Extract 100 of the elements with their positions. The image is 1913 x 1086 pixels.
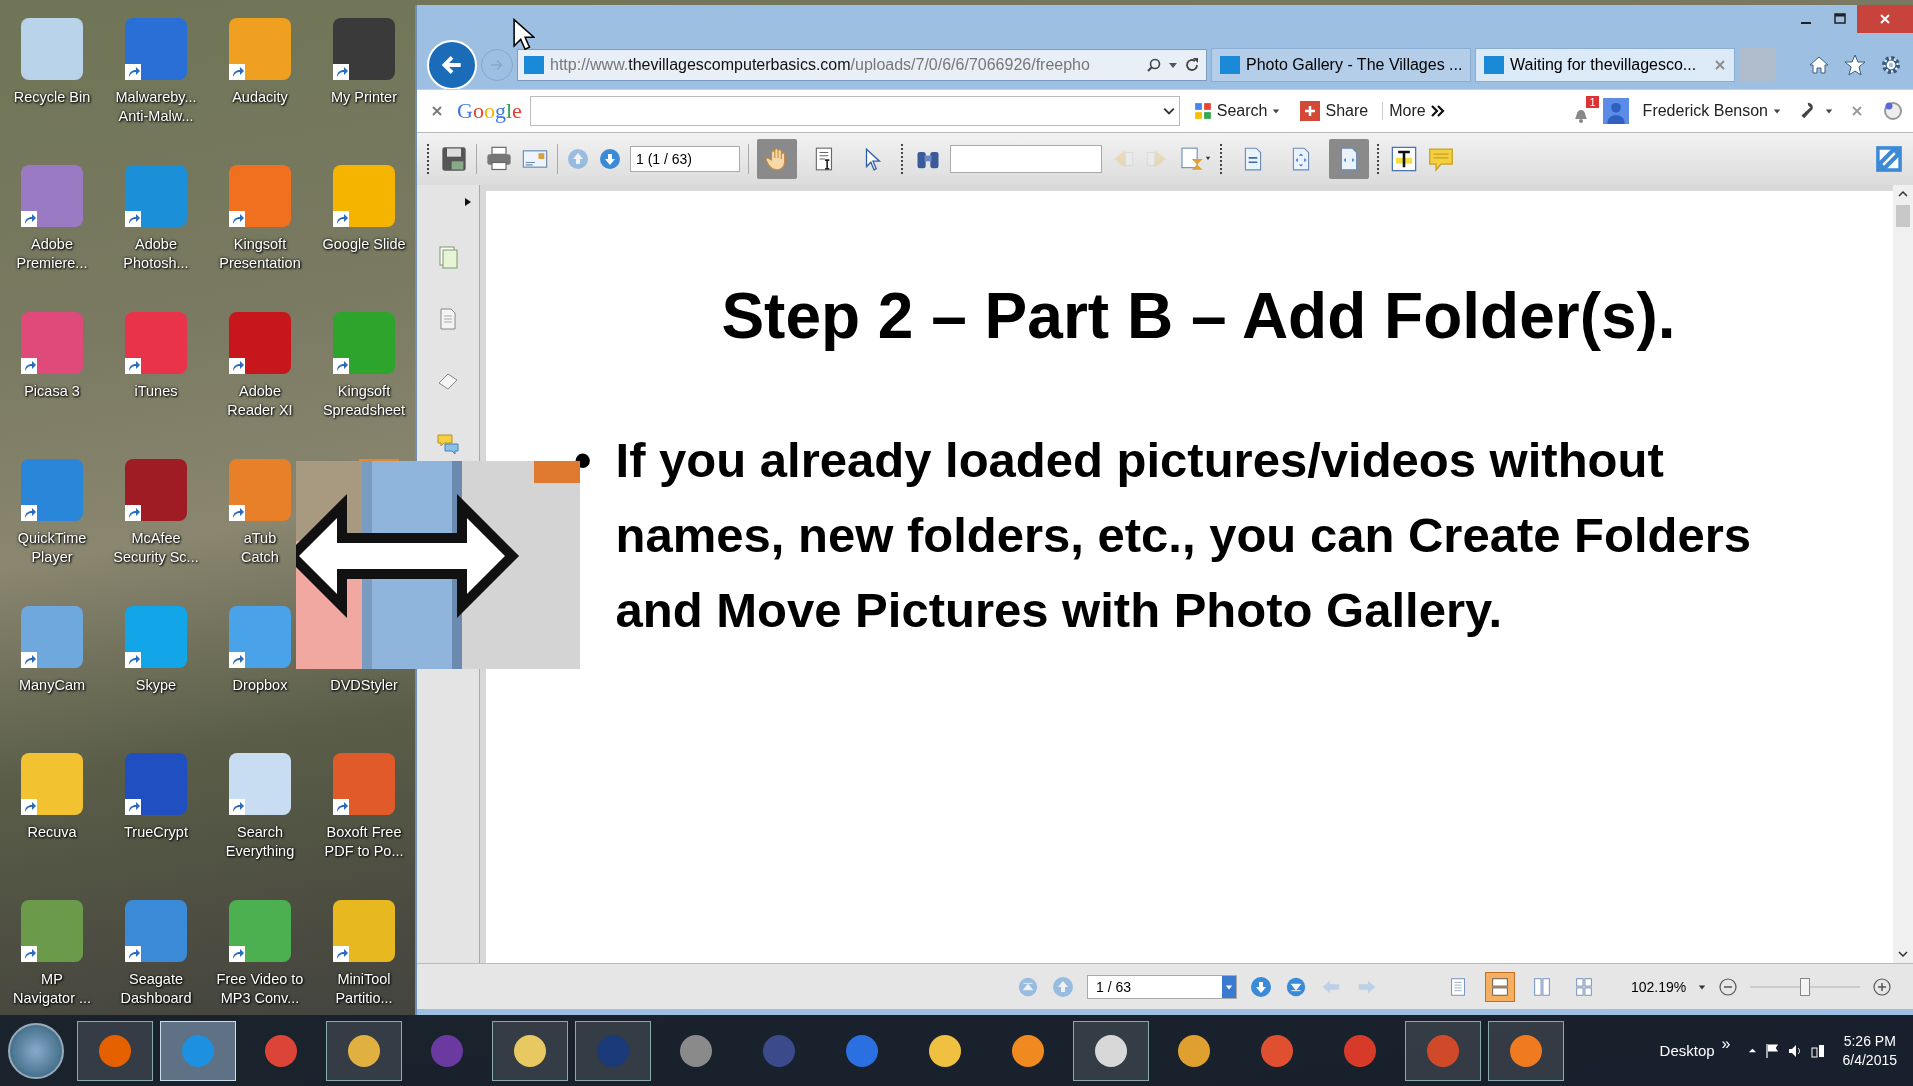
desktop-icon-label[interactable]: Google Slide: [322, 235, 406, 254]
desktop-icon-label[interactable]: TrueCrypt: [124, 823, 188, 842]
desktop-icon-label[interactable]: ManyCam: [18, 676, 86, 695]
page-number-dropdown[interactable]: 1 / 63: [1087, 974, 1237, 999]
account-button[interactable]: Frederick Benson: [1636, 102, 1787, 120]
shortcut-icon[interactable]: [125, 753, 187, 815]
dropdown-button[interactable]: [1222, 975, 1236, 998]
browser-tab[interactable]: Photo Gallery - The Villages ...: [1211, 48, 1471, 82]
back-button[interactable]: [427, 40, 477, 90]
slider-thumb[interactable]: [1800, 977, 1811, 996]
search-button[interactable]: Search: [1187, 102, 1287, 120]
desktop-icon-label[interactable]: Malwareby... Anti-Malw...: [115, 88, 197, 126]
desktop-icon-label[interactable]: Adobe Photosh...: [123, 235, 189, 273]
taskbar-app-button[interactable]: [1073, 1020, 1149, 1081]
settings-icon[interactable]: [1879, 53, 1903, 77]
desktop-icon-label[interactable]: Search Everything: [225, 823, 295, 861]
desktop-toolbar-label[interactable]: Desktop: [1659, 1042, 1715, 1059]
close-icon[interactable]: [1851, 105, 1863, 117]
toolbar-overflow-chevron[interactable]: »: [1721, 1034, 1731, 1053]
address-field[interactable]: http://www.thevillagescomputerbasics.com/uploads/7/0/6/6/7066926/freepho: [517, 49, 1207, 81]
text-tool-icon[interactable]: [1390, 145, 1418, 173]
show-hidden-icons-icon[interactable]: [1747, 1046, 1757, 1055]
pages-icon[interactable]: [436, 245, 460, 269]
desktop-icon-label[interactable]: Picasa 3: [24, 382, 80, 401]
expand-panel-icon[interactable]: [463, 197, 473, 207]
desktop-icon-label[interactable]: QuickTime Player: [17, 529, 87, 567]
star-icon[interactable]: [1843, 53, 1867, 77]
notification-count: 1: [1586, 96, 1599, 108]
bullet-text: If you already loaded pictures/videos without names, new folders, etc., you can Create Folders and Move Pictures with Photo Gallery.: [615, 432, 1753, 639]
maximize-icon: [1834, 13, 1846, 25]
caret-icon[interactable]: [1162, 105, 1175, 117]
network-icon[interactable]: [1809, 1042, 1826, 1059]
desktop-icon-label[interactable]: McAfee Security Sc...: [113, 529, 199, 567]
last-page-icon[interactable]: [1285, 975, 1307, 998]
desktop-icon-label[interactable]: Adobe Premiere...: [16, 235, 88, 273]
desktop-icon-label[interactable]: aTub Catch: [241, 529, 279, 567]
taskbar-app-button[interactable]: [575, 1020, 651, 1081]
taskbar-app-button[interactable]: [1488, 1020, 1564, 1081]
fit-width-button[interactable]: [1329, 139, 1369, 179]
desktop-icon-label[interactable]: Adobe Reader XI: [227, 382, 293, 420]
browser-tab[interactable]: Waiting for thevillagesco...: [1475, 48, 1735, 82]
desktop-icon-label[interactable]: My Printer: [330, 88, 398, 107]
page-number-field[interactable]: 1 (1 / 63): [630, 146, 740, 172]
hand-tool-button[interactable]: [757, 139, 797, 179]
desktop-icon-label[interactable]: Kingsoft Presentation: [219, 235, 301, 273]
next-page-icon[interactable]: [1249, 974, 1273, 999]
desktop-icon-label[interactable]: Audacity: [232, 88, 288, 107]
help-icon[interactable]: [1881, 99, 1905, 123]
desktop-icon-label[interactable]: Seagate Dashboard: [120, 970, 192, 1008]
caret-icon[interactable]: [1698, 982, 1707, 991]
print-icon[interactable]: [485, 145, 513, 173]
shortcut-icon[interactable]: [125, 459, 187, 521]
site-favicon-icon: [1484, 56, 1504, 74]
desktop-icon-label[interactable]: Kingsoft Spreadsheet: [322, 382, 406, 420]
start-button[interactable]: [8, 1022, 64, 1079]
share-button[interactable]: Share: [1294, 101, 1375, 121]
clock[interactable]: 5:26 PM 6/4/2015: [1832, 1033, 1905, 1068]
comments-icon[interactable]: [436, 431, 460, 455]
shortcut-icon[interactable]: [333, 18, 395, 80]
fullscreen-icon[interactable]: [1875, 145, 1903, 173]
taskbar-app-button[interactable]: [492, 1020, 568, 1081]
desktop-icon-label[interactable]: Free Video to MP3 Conv...: [216, 970, 304, 1008]
taskbar-app-button[interactable]: [77, 1020, 153, 1081]
desktop-icon-label[interactable]: iTunes: [134, 382, 178, 401]
vertical-scrollbar[interactable]: [1893, 185, 1913, 963]
desktop-icon-label[interactable]: Recuva: [27, 823, 77, 842]
continuous-view-button[interactable]: [1485, 971, 1515, 1002]
scroll-up-icon[interactable]: [1898, 189, 1908, 199]
zoom-out-icon[interactable]: [1718, 976, 1739, 997]
caret-icon[interactable]: [1168, 60, 1178, 70]
caret-icon[interactable]: [1825, 107, 1833, 115]
close-button[interactable]: [1857, 5, 1913, 33]
desktop-icon-label[interactable]: Recycle Bin: [13, 88, 91, 107]
find-field[interactable]: [950, 145, 1102, 173]
minimize-icon: [1801, 22, 1811, 24]
scrollbar-thumb[interactable]: [1896, 205, 1910, 227]
avatar-icon[interactable]: [1602, 98, 1629, 124]
taskbar-app-button[interactable]: [326, 1020, 402, 1081]
history-icon[interactable]: [1178, 146, 1212, 172]
desktop-icon-label[interactable]: Dropbox: [232, 676, 288, 695]
close-icon[interactable]: [1714, 59, 1726, 71]
next-page-icon[interactable]: [598, 147, 622, 171]
close-icon[interactable]: [431, 105, 443, 117]
refresh-icon[interactable]: [1184, 57, 1200, 73]
save-icon[interactable]: [440, 145, 468, 173]
facing-icon: [1531, 975, 1553, 998]
desktop-icon-label[interactable]: MiniTool Partitio...: [335, 970, 393, 1008]
desktop-icon-label[interactable]: DVDStyler: [330, 676, 398, 695]
desktop-icon-label[interactable]: Skype: [135, 676, 177, 695]
scroll-down-icon[interactable]: [1898, 949, 1908, 959]
flag-icon[interactable]: [1763, 1042, 1780, 1059]
search-icon[interactable]: [1146, 57, 1162, 73]
taskbar-app-button[interactable]: [1405, 1020, 1481, 1081]
more-button[interactable]: More: [1382, 102, 1451, 120]
zoom-in-icon[interactable]: [1872, 976, 1893, 997]
shortcut-icon[interactable]: [229, 312, 291, 374]
search-field[interactable]: [529, 96, 1180, 126]
desktop-icon-label[interactable]: Boxoft Free PDF to Po...: [324, 823, 404, 861]
shortcut-icon[interactable]: [125, 18, 187, 80]
desktop-icon-label[interactable]: MP Navigator ...: [12, 970, 92, 1008]
